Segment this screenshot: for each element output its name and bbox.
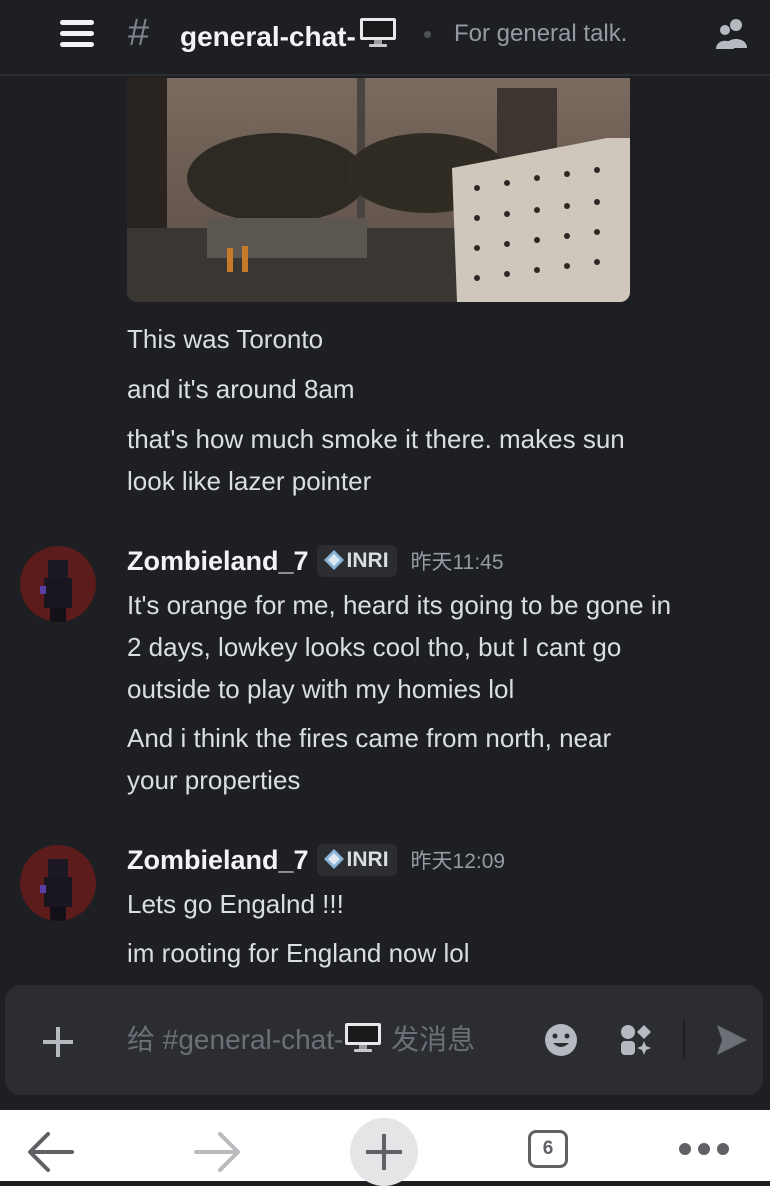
new-tab-button[interactable] [350,1118,418,1186]
forward-arrow-icon[interactable] [192,1130,242,1174]
separator-dot [424,31,431,38]
message-text: 2 days, lowkey looks cool tho, but I can… [127,632,622,662]
server-tag[interactable]: INRI [316,545,397,577]
message-text: This was Toronto [127,324,324,354]
timestamp: 昨天11:45 [410,551,504,574]
diamond-icon [323,849,344,869]
message-text: and it's around 8am [127,374,355,404]
server-tag[interactable]: INRI [316,844,397,876]
message-header: Zombieland_7 INRI 昨天11:45 [127,545,504,581]
message-text: im rooting for England now lol [127,938,470,968]
message-header: Zombieland_7 INRI 昨天12:09 [127,844,505,880]
message-input[interactable]: 给 #general-chat- 发消息 [127,1019,527,1061]
message-text: It's orange for me, heard its going to b… [127,590,672,620]
browser-toolbar: 6 [0,1110,770,1186]
desktop-computer-icon [345,1023,382,1052]
message-text: Lets go Engalnd !!! [127,889,344,919]
message-composer: 给 #general-chat- 发消息 [5,985,763,1095]
hash-icon: # [128,12,150,54]
channel-topic[interactable]: For general talk. [454,20,627,48]
apps-icon[interactable] [619,1023,653,1057]
back-arrow-icon[interactable] [26,1130,76,1174]
divider [683,1019,685,1059]
menu-icon[interactable] [60,20,94,48]
placeholder-prefix: 给 #general-chat- [127,1024,344,1055]
channel-name: general-chat- [180,21,356,52]
message-text: that's how much smoke it there. makes su… [127,424,625,454]
tab-count-button[interactable]: 6 [528,1130,568,1168]
message-text: look like lazer pointer [127,466,372,496]
avatar[interactable] [20,546,96,622]
server-tag-label: INRI [346,549,389,572]
desktop-computer-icon [359,18,396,47]
attachment-image[interactable] [127,78,630,302]
plus-icon[interactable] [41,1025,75,1059]
server-tag-label: INRI [346,848,389,871]
emoji-icon[interactable] [544,1023,578,1057]
author-name[interactable]: Zombieland_7 [127,845,309,876]
diamond-icon [323,550,344,570]
placeholder-suffix: 发消息 [383,1024,476,1055]
message-text: And i think the fires came from north, n… [127,723,612,753]
timestamp: 昨天12:09 [410,850,506,873]
more-options-icon[interactable] [678,1142,730,1156]
author-name[interactable]: Zombieland_7 [127,546,309,577]
message-text: your properties [127,765,301,795]
avatar[interactable] [20,845,96,921]
message-text: outside to play with my homies lol [127,674,515,704]
send-icon[interactable] [715,1023,749,1057]
plus-icon [366,1134,402,1170]
channel-header: # general-chat- For general talk. [0,0,770,76]
members-icon[interactable] [714,16,750,52]
channel-title[interactable]: general-chat- [180,16,398,53]
smoky-city-photo [127,78,630,302]
